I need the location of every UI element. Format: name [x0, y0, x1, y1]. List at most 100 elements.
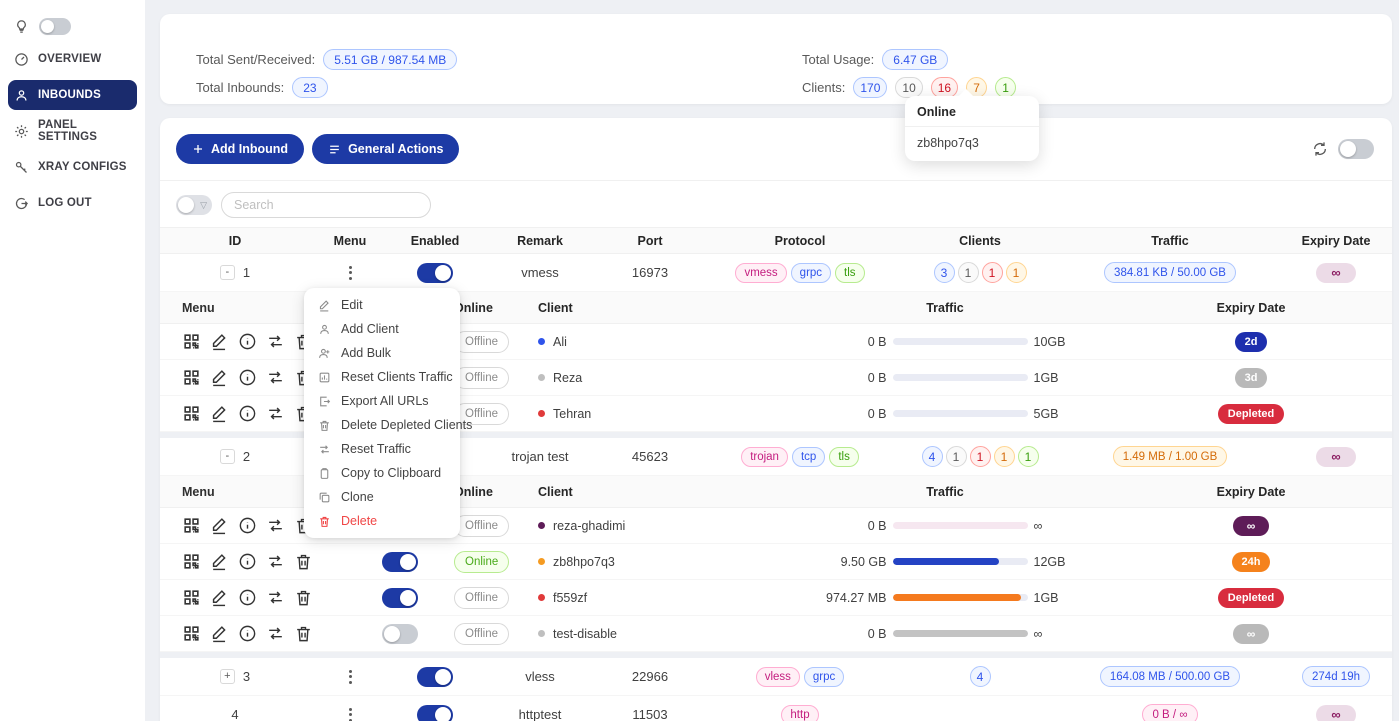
- menu-item-add-bulk[interactable]: Add Bulk: [304, 341, 460, 365]
- reset-traffic-icon[interactable]: [266, 516, 285, 535]
- qr-code-icon[interactable]: [182, 404, 201, 423]
- traffic-progress: 0 B 5GB: [815, 407, 1076, 421]
- refresh-icon[interactable]: [1312, 141, 1328, 157]
- clients-online-badge[interactable]: 1: [995, 77, 1016, 98]
- traffic-progress: 0 B 1GB: [815, 371, 1076, 385]
- edit-icon[interactable]: [210, 332, 229, 351]
- collapse-button[interactable]: -: [220, 265, 235, 280]
- edit-icon[interactable]: [210, 368, 229, 387]
- qr-code-icon[interactable]: [182, 552, 201, 571]
- menu-item-reset-traffic[interactable]: Reset Traffic: [304, 437, 460, 461]
- sidebar-item-log-out[interactable]: LOG OUT: [8, 188, 137, 218]
- menu-item-export-all-urls[interactable]: Export All URLs: [304, 389, 460, 413]
- info-icon[interactable]: [238, 624, 257, 643]
- add-inbound-button[interactable]: Add Inbound: [176, 134, 304, 164]
- qr-code-icon[interactable]: [182, 624, 201, 643]
- edit-icon[interactable]: [210, 516, 229, 535]
- inbound-remark: trojan test: [480, 449, 600, 464]
- filter-toggle[interactable]: ▽: [176, 195, 212, 215]
- subheader-traffic: Traffic: [780, 485, 1110, 499]
- menu-item-clone[interactable]: Clone: [304, 485, 460, 509]
- traffic-pill: 1.49 MB / 1.00 GB: [1113, 446, 1228, 467]
- delete-icon[interactable]: [294, 552, 313, 571]
- qr-code-icon[interactable]: [182, 332, 201, 351]
- qr-code-icon[interactable]: [182, 368, 201, 387]
- info-icon[interactable]: [238, 404, 257, 423]
- expiry-pill: ∞: [1316, 705, 1355, 721]
- protocol-tag: grpc: [791, 263, 831, 283]
- inbound-enabled-toggle[interactable]: [417, 667, 453, 687]
- inbound-id: 1: [243, 265, 250, 280]
- inbound-enabled-toggle[interactable]: [417, 705, 453, 721]
- edit-icon[interactable]: [210, 552, 229, 571]
- row-menu-button[interactable]: [345, 666, 356, 688]
- status-badge: Offline: [454, 623, 509, 645]
- info-icon[interactable]: [238, 332, 257, 351]
- reset-traffic-icon[interactable]: [266, 404, 285, 423]
- menu-item-copy-to-clipboard[interactable]: Copy to Clipboard: [304, 461, 460, 485]
- add-client-icon: [318, 323, 331, 336]
- inbound-context-menu: Edit Add Client Add Bulk Reset Clients T…: [304, 288, 460, 538]
- traffic-progress: 9.50 GB 12GB: [815, 555, 1076, 569]
- row-menu-button[interactable]: [345, 704, 356, 721]
- client-count-badge: 1: [1018, 446, 1039, 467]
- info-icon[interactable]: [238, 368, 257, 387]
- online-popup-client: zb8hpo7q3: [905, 127, 1039, 161]
- sidebar-item-overview[interactable]: OVERVIEW: [8, 44, 137, 74]
- edit-icon[interactable]: [210, 588, 229, 607]
- add-bulk-icon: [318, 347, 331, 360]
- client-name: Ali: [553, 335, 567, 349]
- clients-depleted-badge[interactable]: 16: [931, 77, 958, 98]
- traffic-progress: 0 B 10GB: [815, 335, 1076, 349]
- delete-icon[interactable]: [294, 588, 313, 607]
- inbound-port: 22966: [600, 669, 700, 684]
- traffic-progress: 0 B ∞: [815, 627, 1076, 641]
- reset-traffic-icon[interactable]: [266, 624, 285, 643]
- client-enabled-toggle[interactable]: [382, 624, 418, 644]
- edit-icon[interactable]: [210, 624, 229, 643]
- traffic-progress: 0 B ∞: [815, 519, 1076, 533]
- info-icon[interactable]: [238, 588, 257, 607]
- delete-icon[interactable]: [294, 624, 313, 643]
- clients-total-badge[interactable]: 170: [853, 77, 887, 98]
- clients-deactive-badge[interactable]: 10: [895, 77, 922, 98]
- sidebar-item-inbounds[interactable]: INBOUNDS: [8, 80, 137, 110]
- info-icon[interactable]: [238, 552, 257, 571]
- menu-item-edit[interactable]: Edit: [304, 293, 460, 317]
- menu-item-delete[interactable]: Delete: [304, 509, 460, 533]
- row-menu-button[interactable]: [345, 262, 356, 284]
- general-actions-button[interactable]: General Actions: [312, 134, 459, 164]
- menu-item-reset-clients-traffic[interactable]: Reset Clients Traffic: [304, 365, 460, 389]
- auto-refresh-toggle[interactable]: [1338, 139, 1374, 159]
- expiry-pill: ∞: [1316, 263, 1355, 283]
- qr-code-icon[interactable]: [182, 516, 201, 535]
- reset-traffic-icon[interactable]: [266, 552, 285, 571]
- protocol-tag: tls: [835, 263, 865, 283]
- menu-item-add-client[interactable]: Add Client: [304, 317, 460, 341]
- inbound-enabled-toggle[interactable]: [417, 263, 453, 283]
- client-enabled-toggle[interactable]: [382, 552, 418, 572]
- client-row-test-disable: Offline test-disable 0 B ∞ ∞: [160, 616, 1392, 652]
- qr-code-icon[interactable]: [182, 588, 201, 607]
- info-icon[interactable]: [238, 516, 257, 535]
- inbound-remark: vmess: [480, 265, 600, 280]
- sidebar-item-xray-configs[interactable]: XRAY CONFIGS: [8, 152, 137, 182]
- theme-toggle[interactable]: [39, 18, 71, 35]
- protocol-tag: grpc: [804, 667, 844, 687]
- reset-traffic-icon[interactable]: [266, 332, 285, 351]
- expand-button[interactable]: +: [220, 669, 235, 684]
- sidebar-item-panel-settings[interactable]: PANEL SETTINGS: [8, 116, 137, 146]
- sidebar-item-label: XRAY CONFIGS: [38, 161, 127, 173]
- reset-traffic-icon[interactable]: [266, 368, 285, 387]
- search-input[interactable]: [221, 192, 431, 218]
- expiry-pill: ∞: [1233, 516, 1270, 536]
- edit-icon[interactable]: [210, 404, 229, 423]
- menu-item-delete-depleted-clients[interactable]: Delete Depleted Clients: [304, 413, 460, 437]
- collapse-button[interactable]: -: [220, 449, 235, 464]
- client-name: test-disable: [553, 627, 617, 641]
- header-id: ID: [160, 234, 310, 248]
- client-enabled-toggle[interactable]: [382, 588, 418, 608]
- delete-icon: [318, 515, 331, 528]
- client-count-badge: 3: [934, 262, 955, 283]
- reset-traffic-icon[interactable]: [266, 588, 285, 607]
